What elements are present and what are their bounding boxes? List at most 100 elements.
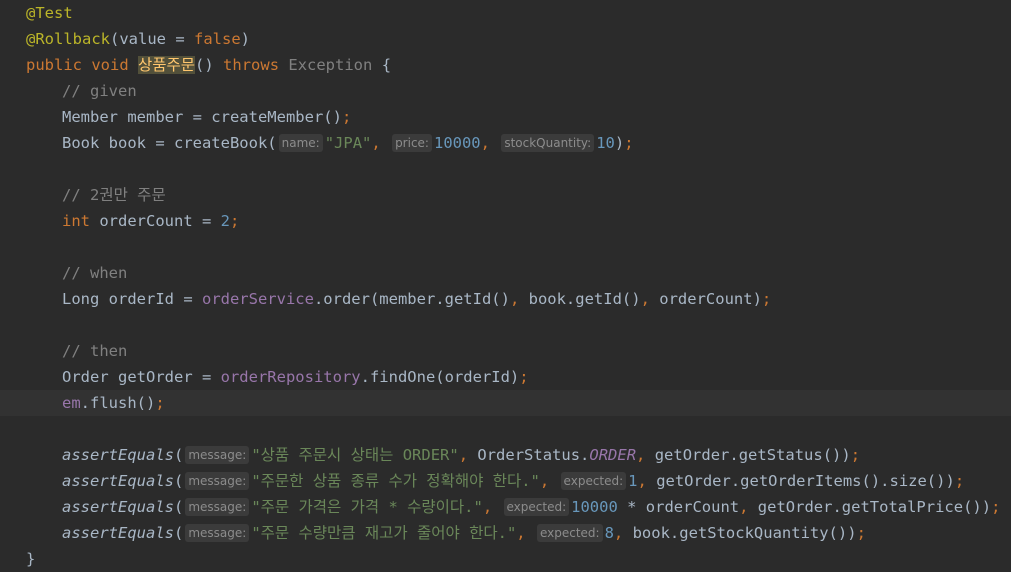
code-token: Book book = createBook( [62, 134, 277, 152]
code-line[interactable] [0, 312, 1011, 338]
code-line[interactable]: int orderCount = 2; [0, 208, 1011, 234]
code-line[interactable]: assertEquals(message: "주문한 상품 종류 수가 정확해야 … [0, 468, 1011, 494]
code-token: ) [240, 30, 251, 48]
number-literal: 2 [220, 212, 230, 230]
code-token: ; [954, 472, 965, 490]
code-line[interactable]: assertEquals(message: "상품 주문시 상태는 ORDER",… [0, 442, 1011, 468]
highlighted-method-name: 상품주문 [137, 56, 196, 74]
code-line[interactable]: // when [0, 260, 1011, 286]
string-literal: "주문 수량만큼 재고가 줄어야 한다." [251, 524, 517, 542]
code-token: () [195, 56, 224, 74]
code-token: , [482, 498, 502, 516]
code-line[interactable]: public void 상품주문() throws Exception { [0, 52, 1011, 78]
string-literal: "주문 가격은 가격 * 수량이다." [251, 498, 483, 516]
code-token: orderCount = [99, 212, 221, 230]
code-token: * orderCount [617, 498, 740, 516]
code-token: ( [173, 472, 184, 490]
code-line[interactable] [0, 416, 1011, 442]
code-token: orderService [201, 290, 314, 308]
code-token: int [62, 212, 100, 230]
code-line[interactable]: // given [0, 78, 1011, 104]
parameter-hint: message: [185, 524, 250, 542]
parameter-hint: name: [278, 134, 323, 152]
code-token: ; [624, 134, 634, 152]
parameter-hint: expected: [503, 498, 570, 516]
code-token: @Test [26, 4, 73, 22]
parameter-hint: expected: [536, 524, 603, 542]
code-token: .order(member.getId() [313, 290, 510, 308]
code-token: , [509, 290, 529, 308]
code-token: ( [173, 498, 184, 516]
code-token: getOrder.getStatus()) [654, 446, 851, 464]
code-token: ORDER [589, 446, 637, 464]
code-token: .flush() [80, 394, 156, 412]
code-comment: // given [62, 82, 137, 100]
parameter-hint: message: [185, 472, 250, 490]
code-line[interactable]: Book book = createBook(name: "JPA", price… [0, 130, 1011, 156]
code-token: @Rollback [26, 30, 110, 48]
string-literal: "주문한 상품 종류 수가 정확해야 한다." [251, 472, 540, 490]
string-literal: "상품 주문시 상태는 ORDER" [251, 446, 459, 464]
code-token: , [539, 472, 559, 490]
code-token: ; [856, 524, 866, 542]
code-token: , [640, 290, 660, 308]
code-token: ; [519, 368, 529, 386]
code-token: , [516, 524, 535, 542]
current-code-line[interactable]: em.flush(); [0, 390, 1011, 416]
code-token: , [613, 524, 633, 542]
code-token: Exception [288, 56, 373, 74]
number-literal: 10000 [433, 134, 481, 152]
string-literal: "JPA" [324, 134, 372, 152]
code-line[interactable]: Long orderId = orderService.order(member… [0, 286, 1011, 312]
parameter-hint: stockQuantity: [501, 134, 595, 152]
code-comment: // then [62, 342, 128, 360]
code-line[interactable]: @Test [0, 0, 1011, 26]
code-token: ( [173, 446, 184, 464]
code-line[interactable] [0, 156, 1011, 182]
parameter-hint: expected: [560, 472, 627, 490]
parameter-hint: price: [392, 134, 432, 152]
number-literal: 1 [628, 472, 638, 490]
code-token: assertEquals [62, 446, 174, 464]
code-line[interactable]: // then [0, 338, 1011, 364]
code-token: book.getStockQuantity()) [632, 524, 857, 542]
code-token: ; [850, 446, 861, 464]
code-line[interactable]: assertEquals(message: "주문 수량만큼 재고가 줄어야 한다… [0, 520, 1011, 546]
code-token: getOrder.getOrderItems().size()) [656, 472, 955, 490]
code-token: Member member = createMember() [62, 108, 342, 126]
code-token: { [372, 56, 392, 74]
code-token: assertEquals [62, 498, 174, 516]
code-token: ; [230, 212, 240, 230]
code-line[interactable]: Order getOrder = orderRepository.findOne… [0, 364, 1011, 390]
code-token: , [739, 498, 758, 516]
code-line[interactable]: @Rollback(value = false) [0, 26, 1011, 52]
code-line[interactable] [0, 234, 1011, 260]
code-token: ; [341, 108, 352, 126]
parameter-hint: message: [185, 498, 250, 516]
number-literal: 8 [604, 524, 614, 542]
code-token: orderRepository [220, 368, 361, 386]
code-line[interactable]: assertEquals(message: "주문 가격은 가격 * 수량이다."… [0, 494, 1011, 520]
code-token: assertEquals [62, 524, 174, 542]
code-token: , [458, 446, 478, 464]
number-literal: 10 [596, 134, 615, 152]
code-token: assertEquals [62, 472, 174, 490]
code-comment: // when [62, 264, 128, 282]
code-editor[interactable]: @Test @Rollback(value = false) public vo… [0, 0, 1011, 572]
code-token: , [637, 472, 657, 490]
code-token: ; [155, 394, 165, 412]
code-token: , [371, 134, 391, 152]
code-token: OrderStatus. [477, 446, 590, 464]
code-token: Order getOrder = [62, 368, 221, 386]
code-line[interactable]: } [0, 546, 1011, 572]
code-token: } [26, 550, 36, 568]
code-token: book.getId() [528, 290, 641, 308]
code-token: false [194, 30, 241, 48]
code-token: Long orderId = [62, 290, 202, 308]
code-token: public void [26, 56, 138, 74]
parameter-hint: message: [185, 446, 250, 464]
code-line[interactable]: // 2권만 주문 [0, 182, 1011, 208]
code-token: ; [761, 290, 772, 308]
code-line[interactable]: Member member = createMember(); [0, 104, 1011, 130]
code-token: ) [614, 134, 625, 152]
